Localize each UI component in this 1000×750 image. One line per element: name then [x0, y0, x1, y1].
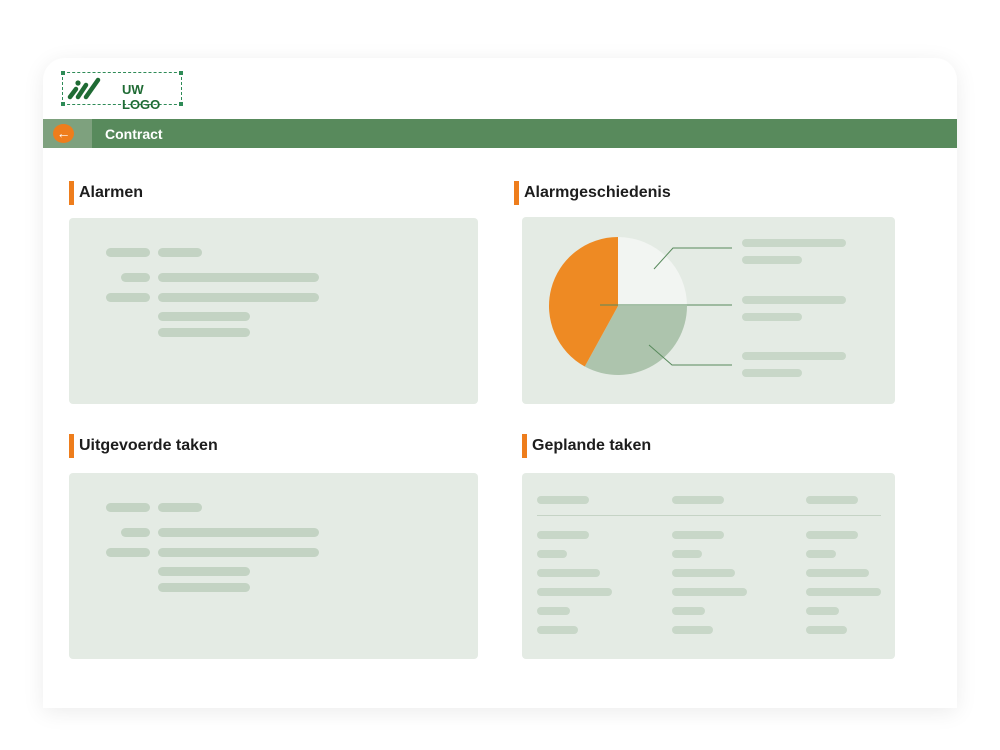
- legend-placeholder: [742, 239, 846, 247]
- placeholder-line: [158, 293, 319, 302]
- table-cell-placeholder: [806, 569, 869, 577]
- placeholder-line: [121, 273, 150, 282]
- top-bar: ← Contract: [43, 119, 957, 148]
- table-header-placeholder: [537, 496, 589, 504]
- table-cell-placeholder: [537, 550, 567, 558]
- section-title-completed-tasks: Uitgevoerde taken: [69, 434, 218, 458]
- table-cell-placeholder: [806, 550, 836, 558]
- legend-placeholder: [742, 352, 846, 360]
- alarm-history-panel: [522, 217, 895, 404]
- legend-placeholder: [742, 313, 802, 321]
- table-divider: [537, 515, 881, 516]
- logo-corner: [179, 71, 183, 75]
- back-button[interactable]: ←: [43, 119, 92, 148]
- table-cell-placeholder: [672, 626, 713, 634]
- table-header-placeholder: [672, 496, 724, 504]
- pie-slice: [618, 237, 687, 306]
- placeholder-line: [106, 503, 150, 512]
- app-window: UW LOGO ← Contract Alarmen Alarmgeschied…: [43, 58, 957, 708]
- page-title: Contract: [105, 126, 163, 142]
- table-cell-placeholder: [672, 588, 747, 596]
- table-cell-placeholder: [537, 531, 589, 539]
- logo: UW LOGO: [61, 71, 183, 112]
- logo-corner: [61, 71, 65, 75]
- placeholder-line: [158, 273, 319, 282]
- logo-stripes-icon: [67, 77, 101, 100]
- arrow-left-icon: ←: [53, 124, 74, 143]
- table-cell-placeholder: [806, 607, 839, 615]
- table-cell-placeholder: [537, 607, 570, 615]
- legend-placeholder: [742, 296, 846, 304]
- planned-tasks-panel: [522, 473, 895, 659]
- placeholder-line: [158, 583, 250, 592]
- placeholder-line: [106, 293, 150, 302]
- placeholder-line: [158, 328, 250, 337]
- table-cell-placeholder: [672, 531, 724, 539]
- table-cell-placeholder: [537, 569, 600, 577]
- table-cell-placeholder: [672, 550, 702, 558]
- placeholder-line: [106, 548, 150, 557]
- table-cell-placeholder: [537, 626, 578, 634]
- placeholder-line: [158, 528, 319, 537]
- section-title-planned-tasks: Geplande taken: [522, 434, 651, 458]
- table-header-placeholder: [806, 496, 858, 504]
- completed-tasks-panel: [69, 473, 478, 659]
- table-cell-placeholder: [537, 588, 612, 596]
- placeholder-line: [158, 503, 202, 512]
- logo-text: UW LOGO: [122, 82, 161, 112]
- legend-placeholder: [742, 256, 802, 264]
- placeholder-line: [106, 248, 150, 257]
- legend-placeholder: [742, 369, 802, 377]
- section-title-alarms: Alarmen: [69, 181, 143, 205]
- placeholder-line: [121, 528, 150, 537]
- table-cell-placeholder: [806, 531, 858, 539]
- section-title-alarm-history: Alarmgeschiedenis: [514, 181, 671, 205]
- placeholder-line: [158, 548, 319, 557]
- placeholder-line: [158, 567, 250, 576]
- logo-corner: [61, 102, 65, 106]
- placeholder-line: [158, 312, 250, 321]
- table-cell-placeholder: [806, 588, 881, 596]
- table-cell-placeholder: [672, 607, 705, 615]
- table-cell-placeholder: [806, 626, 847, 634]
- table-cell-placeholder: [672, 569, 735, 577]
- alarms-panel: [69, 218, 478, 404]
- placeholder-line: [158, 248, 202, 257]
